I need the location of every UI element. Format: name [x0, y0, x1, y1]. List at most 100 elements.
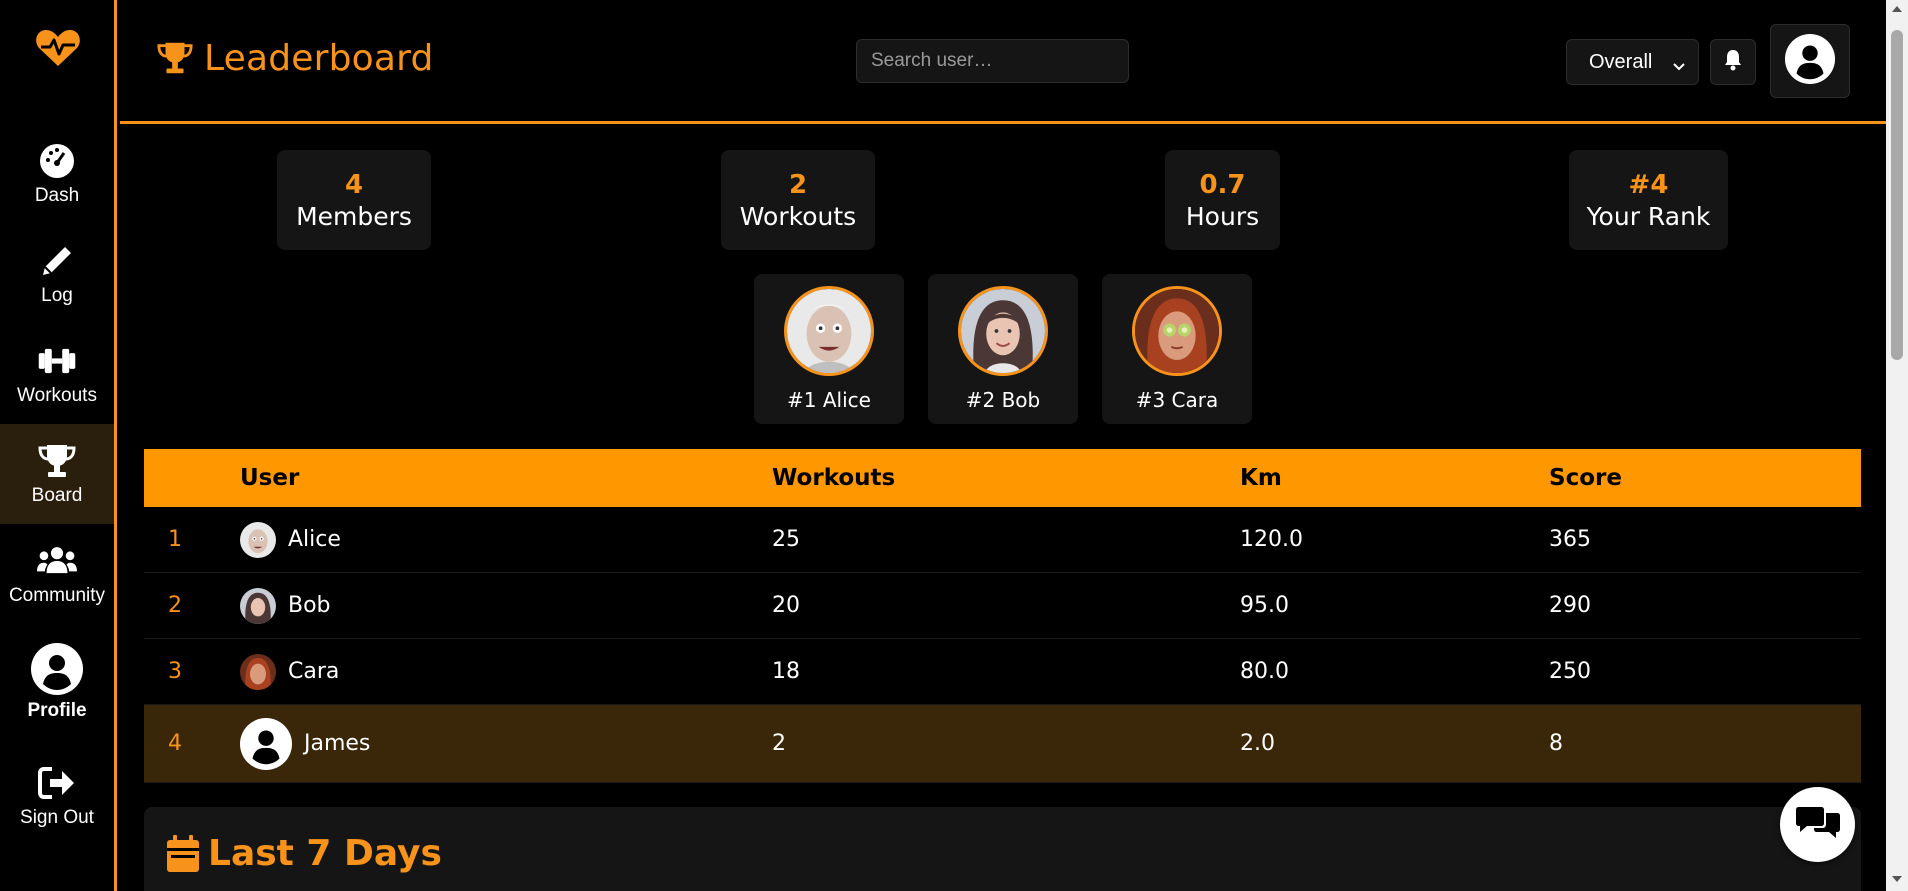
score-cell: 8 [1549, 731, 1563, 756]
users-icon [37, 541, 77, 581]
notifications-button[interactable] [1710, 39, 1756, 85]
avatar [240, 653, 276, 690]
last-7-days-panel: Last 7 Days [144, 807, 1861, 891]
table-row[interactable]: 3 Cara 18 80.0 250 [144, 639, 1861, 705]
podium-label: #1 Alice [787, 388, 871, 412]
workouts-cell: 18 [772, 659, 800, 684]
stat-label: Members [296, 201, 412, 231]
stat-label: Hours [1185, 201, 1260, 231]
sidebar-item-sign-out[interactable]: Sign Out [0, 746, 114, 846]
sidebar-item-label: Profile [27, 700, 87, 721]
user-name: Alice [288, 527, 341, 552]
sidebar-item-label: Dash [34, 185, 80, 206]
scrollbar-thumb[interactable] [1891, 30, 1903, 360]
table-row[interactable]: 2 Bob 20 95.0 290 [144, 573, 1861, 639]
calendar-icon [166, 834, 200, 873]
bell-icon [1724, 49, 1742, 76]
sidebar-item-community[interactable]: Community [0, 524, 114, 624]
user-avatar-icon [240, 717, 292, 770]
podium-card-third[interactable]: #3 Cara [1102, 274, 1252, 424]
user-name: Cara [288, 659, 340, 684]
table-header: User Workouts Km Score [144, 449, 1861, 507]
user-name: Bob [288, 593, 331, 618]
pencil-icon [37, 241, 77, 281]
sidebar-item-label: Board [31, 485, 83, 506]
workouts-cell: 25 [772, 527, 800, 552]
user-cell: Alice [240, 521, 772, 558]
user-menu-button[interactable] [1770, 24, 1850, 98]
user-cell: Cara [240, 653, 772, 690]
rank-cell: 2 [168, 593, 182, 618]
top-header: Leaderboard Overall [120, 0, 1886, 124]
heartbeat-logo-icon[interactable] [35, 28, 81, 68]
section-title-group: Last 7 Days [166, 833, 442, 874]
sidebar: Dash Log Workouts Board Community Profil… [0, 0, 117, 891]
km-cell: 120.0 [1240, 527, 1303, 552]
stat-card-your-rank: #4 Your Rank [1569, 150, 1728, 250]
stat-card-workouts: 2 Workouts [721, 150, 875, 250]
rank-cell: 3 [168, 659, 182, 684]
podium-label: #3 Cara [1135, 388, 1219, 412]
user-avatar-icon [1784, 33, 1836, 90]
km-cell: 95.0 [1240, 593, 1289, 618]
stat-value: #4 [1628, 169, 1669, 200]
avatar [958, 286, 1048, 376]
filter-value: Overall [1589, 50, 1653, 73]
user-name: James [304, 731, 371, 756]
rank-cell: 4 [168, 731, 182, 756]
stat-value: 4 [344, 169, 364, 200]
score-column-header[interactable]: Score [1549, 465, 1861, 491]
page-scrollbar[interactable] [1886, 0, 1908, 891]
sidebar-item-label: Workouts [17, 385, 97, 406]
stat-card-hours: 0.7 Hours [1165, 150, 1280, 250]
user-cell: James [240, 717, 772, 770]
sidebar-item-workouts[interactable]: Workouts [0, 324, 114, 424]
table-row[interactable]: 1 Alice 25 120.0 365 [144, 507, 1861, 573]
km-cell: 80.0 [1240, 659, 1289, 684]
search-input[interactable] [856, 39, 1129, 83]
km-column-header[interactable]: Km [1240, 465, 1549, 491]
user-circle-icon [30, 642, 84, 696]
sidebar-item-board[interactable]: Board [0, 424, 114, 524]
sign-out-icon [37, 763, 77, 803]
sidebar-item-log[interactable]: Log [0, 224, 114, 324]
stat-card-members: 4 Members [277, 150, 431, 250]
sidebar-item-dash[interactable]: Dash [0, 124, 114, 224]
workouts-cell: 2 [772, 731, 786, 756]
workouts-cell: 20 [772, 593, 800, 618]
trophy-icon [37, 441, 77, 481]
podium-card-second[interactable]: #2 Bob [928, 274, 1078, 424]
chat-bubbles-icon [1795, 803, 1840, 846]
avatar [784, 286, 874, 376]
scroll-up-arrow-icon[interactable] [1892, 6, 1902, 12]
page-title: Leaderboard [204, 38, 434, 79]
chevron-down-icon [1672, 55, 1686, 78]
user-column-header[interactable]: User [240, 465, 772, 491]
section-title: Last 7 Days [208, 833, 442, 874]
workouts-column-header[interactable]: Workouts [772, 465, 1240, 491]
leaderboard-filter-select[interactable]: Overall [1566, 39, 1699, 85]
sidebar-item-label: Community [8, 585, 106, 606]
avatar [1132, 286, 1222, 376]
podium-card-first[interactable]: #1 Alice [754, 274, 904, 424]
trophy-icon [156, 40, 194, 78]
score-cell: 365 [1549, 527, 1591, 552]
dumbbell-icon [37, 341, 77, 381]
table-row-current-user[interactable]: 4 James 2 2.0 8 [144, 705, 1861, 783]
leaderboard-table: User Workouts Km Score 1 Alice 25 120.0 … [144, 449, 1861, 783]
sidebar-item-profile[interactable]: Profile [0, 632, 114, 732]
chat-button[interactable] [1780, 787, 1855, 862]
stat-label: Workouts [739, 201, 857, 231]
user-cell: Bob [240, 587, 772, 624]
gauge-icon [37, 141, 77, 181]
podium-label: #2 Bob [965, 388, 1041, 412]
stat-value: 2 [788, 169, 808, 200]
avatar [240, 587, 276, 624]
scroll-down-arrow-icon[interactable] [1892, 876, 1902, 882]
page-title-group: Leaderboard [156, 38, 434, 79]
sidebar-item-label: Sign Out [20, 807, 94, 828]
km-cell: 2.0 [1240, 731, 1275, 756]
avatar [240, 521, 276, 558]
score-cell: 250 [1549, 659, 1591, 684]
stat-label: Your Rank [1586, 201, 1711, 231]
